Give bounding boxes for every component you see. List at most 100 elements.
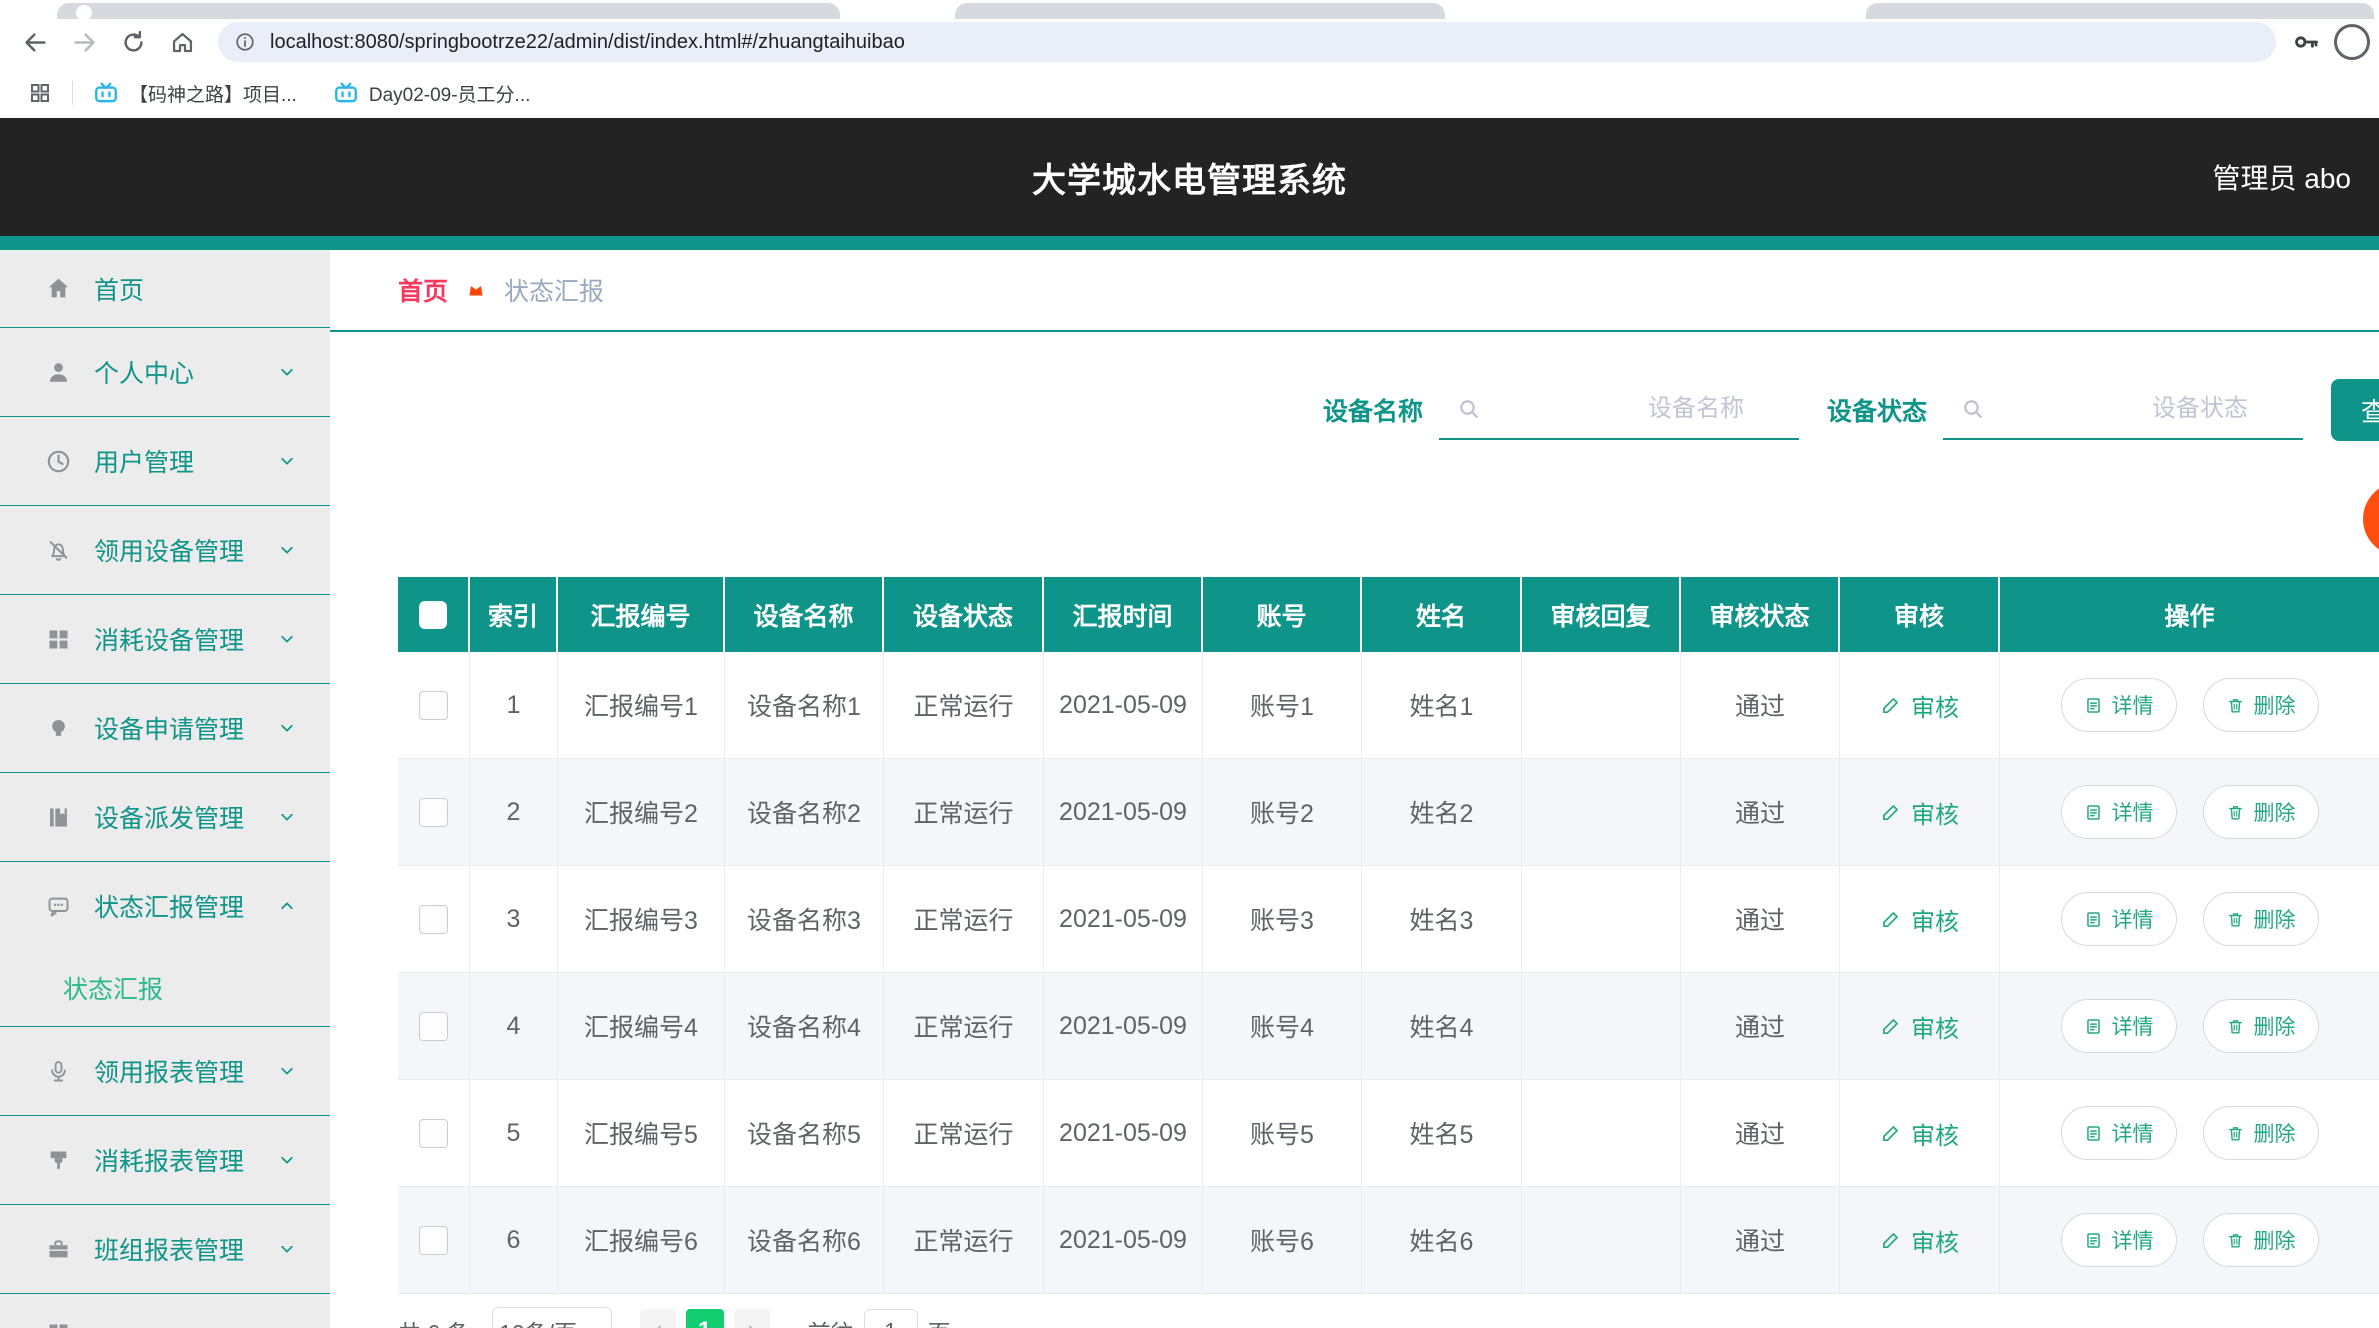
microphone-icon xyxy=(45,1058,72,1085)
delete-button[interactable]: 删除 xyxy=(2202,785,2319,839)
trash-icon xyxy=(2226,1017,2245,1036)
url-text: localhost:8080/springbootrze22/admin/dis… xyxy=(270,30,905,53)
trash-icon xyxy=(2226,910,2245,929)
detail-button[interactable]: 详情 xyxy=(2060,892,2177,946)
delete-button[interactable]: 删除 xyxy=(2202,1213,2319,1267)
cell-audit: 审核 xyxy=(1840,759,2000,866)
browser-tab-strip xyxy=(0,0,2379,21)
detail-button[interactable]: 详情 xyxy=(2060,785,2177,839)
document-icon xyxy=(2084,696,2103,715)
sidebar-item-home[interactable]: 首页 xyxy=(0,250,330,327)
info-icon[interactable] xyxy=(234,31,256,53)
forward-icon[interactable] xyxy=(71,29,98,56)
goto-page-input[interactable] xyxy=(863,1309,918,1328)
cell-audit_status: 通过 xyxy=(1681,759,1840,866)
sidebar-item-consume-device-management[interactable]: 消耗设备管理 xyxy=(0,594,330,683)
row-checkbox[interactable] xyxy=(419,1225,448,1255)
back-icon[interactable] xyxy=(22,29,49,56)
audit-link[interactable]: 审核 xyxy=(1880,902,1959,937)
browser-toolbar: localhost:8080/springbootrze22/admin/dis… xyxy=(0,16,2379,68)
select-all-checkbox[interactable] xyxy=(419,600,447,629)
row-checkbox[interactable] xyxy=(419,1118,448,1148)
audit-link[interactable]: 审核 xyxy=(1880,688,1959,723)
current-user[interactable]: 管理员 abo xyxy=(2213,118,2352,236)
audit-link[interactable]: 审核 xyxy=(1880,1223,1959,1258)
detail-button[interactable]: 详情 xyxy=(2060,1106,2177,1160)
bookmark-label: Day02-09-员工分... xyxy=(368,84,531,106)
pencil-icon xyxy=(1880,801,1902,823)
detail-button[interactable]: 详情 xyxy=(2060,999,2177,1053)
reload-icon[interactable] xyxy=(120,29,147,56)
cell-audit_reply xyxy=(1522,759,1681,866)
sidebar-item-status-report-management[interactable]: 状态汇报管理 xyxy=(0,861,330,950)
delete-button[interactable]: 删除 xyxy=(2202,1106,2319,1160)
cell-device_status: 正常运行 xyxy=(884,1187,1044,1294)
sidebar-item-device-dispatch-management[interactable]: 设备派发管理 xyxy=(0,772,330,861)
sidebar-item-partial-item[interactable] xyxy=(0,1293,330,1328)
sidebar-subitem-status-report[interactable]: 状态汇报 xyxy=(0,950,330,1026)
audit-link[interactable]: 审核 xyxy=(1880,1116,1959,1151)
row-checkbox[interactable] xyxy=(419,904,448,934)
row-checkbox[interactable] xyxy=(419,1011,448,1041)
current-page-button[interactable]: 1 xyxy=(685,1309,724,1328)
row-checkbox[interactable] xyxy=(419,797,448,827)
sidebar-item-device-apply-management[interactable]: 设备申请管理 xyxy=(0,683,330,772)
cell-account: 账号1 xyxy=(1203,652,1362,759)
audit-link-label: 审核 xyxy=(1911,694,1959,722)
audit-link[interactable]: 审核 xyxy=(1880,795,1959,830)
cell-account: 账号5 xyxy=(1203,1080,1362,1187)
delete-button[interactable]: 删除 xyxy=(2202,999,2319,1053)
delete-button-label: 删除 xyxy=(2253,695,2296,718)
apps-grid-icon[interactable] xyxy=(28,81,52,105)
delete-button[interactable]: 删除 xyxy=(2202,678,2319,732)
row-checkbox[interactable] xyxy=(419,690,448,720)
device-name-input[interactable] xyxy=(1438,380,1799,438)
page-size-select[interactable]: 10条/页 xyxy=(491,1307,612,1328)
password-key-icon[interactable] xyxy=(2292,28,2320,56)
table-row: 2 汇报编号2 设备名称2 正常运行 2021-05-09 账号2 姓名2 通过 审核 详情 删除 xyxy=(398,759,2379,866)
trash-icon xyxy=(2226,803,2245,822)
prev-page-button[interactable] xyxy=(639,1309,676,1328)
chevron-down-icon xyxy=(589,1324,604,1328)
lightbulb-icon xyxy=(45,715,72,742)
add-fab-button[interactable] xyxy=(2363,482,2379,556)
sidebar-item-consume-report-management[interactable]: 消耗报表管理 xyxy=(0,1115,330,1204)
cell-audit_reply xyxy=(1522,1080,1681,1187)
breadcrumb-home-link[interactable]: 首页 xyxy=(398,272,448,308)
delete-button[interactable]: 删除 xyxy=(2202,892,2319,946)
sidebar-item-team-report-management[interactable]: 班组报表管理 xyxy=(0,1204,330,1293)
sidebar-item-user-management[interactable]: 用户管理 xyxy=(0,416,330,505)
cell-device_name: 设备名称3 xyxy=(725,866,884,973)
table-row: 5 汇报编号5 设备名称5 正常运行 2021-05-09 账号5 姓名5 通过 审核 详情 删除 xyxy=(398,1080,2379,1187)
home-browser-icon[interactable] xyxy=(169,29,196,56)
sidebar-item-personal-center[interactable]: 个人中心 xyxy=(0,327,330,416)
browser-tab[interactable] xyxy=(955,3,1445,19)
address-bar[interactable]: localhost:8080/springbootrze22/admin/dis… xyxy=(218,22,2276,62)
document-icon xyxy=(2084,1124,2103,1143)
detail-button[interactable]: 详情 xyxy=(2060,678,2177,732)
browser-tab[interactable] xyxy=(1866,3,2374,19)
chevron-down-icon xyxy=(278,630,296,648)
sidebar-item-borrow-report-management[interactable]: 领用报表管理 xyxy=(0,1026,330,1115)
sidebar-item-borrow-device-management[interactable]: 领用设备管理 xyxy=(0,505,330,594)
next-page-button[interactable] xyxy=(733,1309,770,1328)
pencil-icon xyxy=(1880,908,1902,930)
detail-button-label: 详情 xyxy=(2111,1016,2154,1039)
sidebar-item-label: 首页 xyxy=(94,276,145,305)
bookmark-item[interactable]: 【码神之路】项目... xyxy=(93,80,297,107)
detail-button-label: 详情 xyxy=(2111,1123,2154,1146)
audit-link[interactable]: 审核 xyxy=(1880,1009,1959,1044)
detail-button[interactable]: 详情 xyxy=(2060,1213,2177,1267)
sidebar-item-label: 消耗报表管理 xyxy=(94,1148,245,1176)
header-accent-strip xyxy=(0,236,2379,250)
detail-button-label: 详情 xyxy=(2111,1230,2154,1253)
goto-suffix: 页 xyxy=(928,1314,951,1328)
device-status-input[interactable] xyxy=(1942,380,2303,438)
bookmark-item[interactable]: Day02-09-员工分... xyxy=(333,80,531,107)
column-header-5: 账号 xyxy=(1203,577,1362,652)
cell-report_time: 2021-05-09 xyxy=(1044,759,1203,866)
device-status-input-wrap xyxy=(1942,380,2303,440)
browser-profile-icon[interactable] xyxy=(2334,24,2370,60)
query-button[interactable]: 查询 xyxy=(2330,379,2379,441)
browser-tab[interactable] xyxy=(57,3,840,19)
